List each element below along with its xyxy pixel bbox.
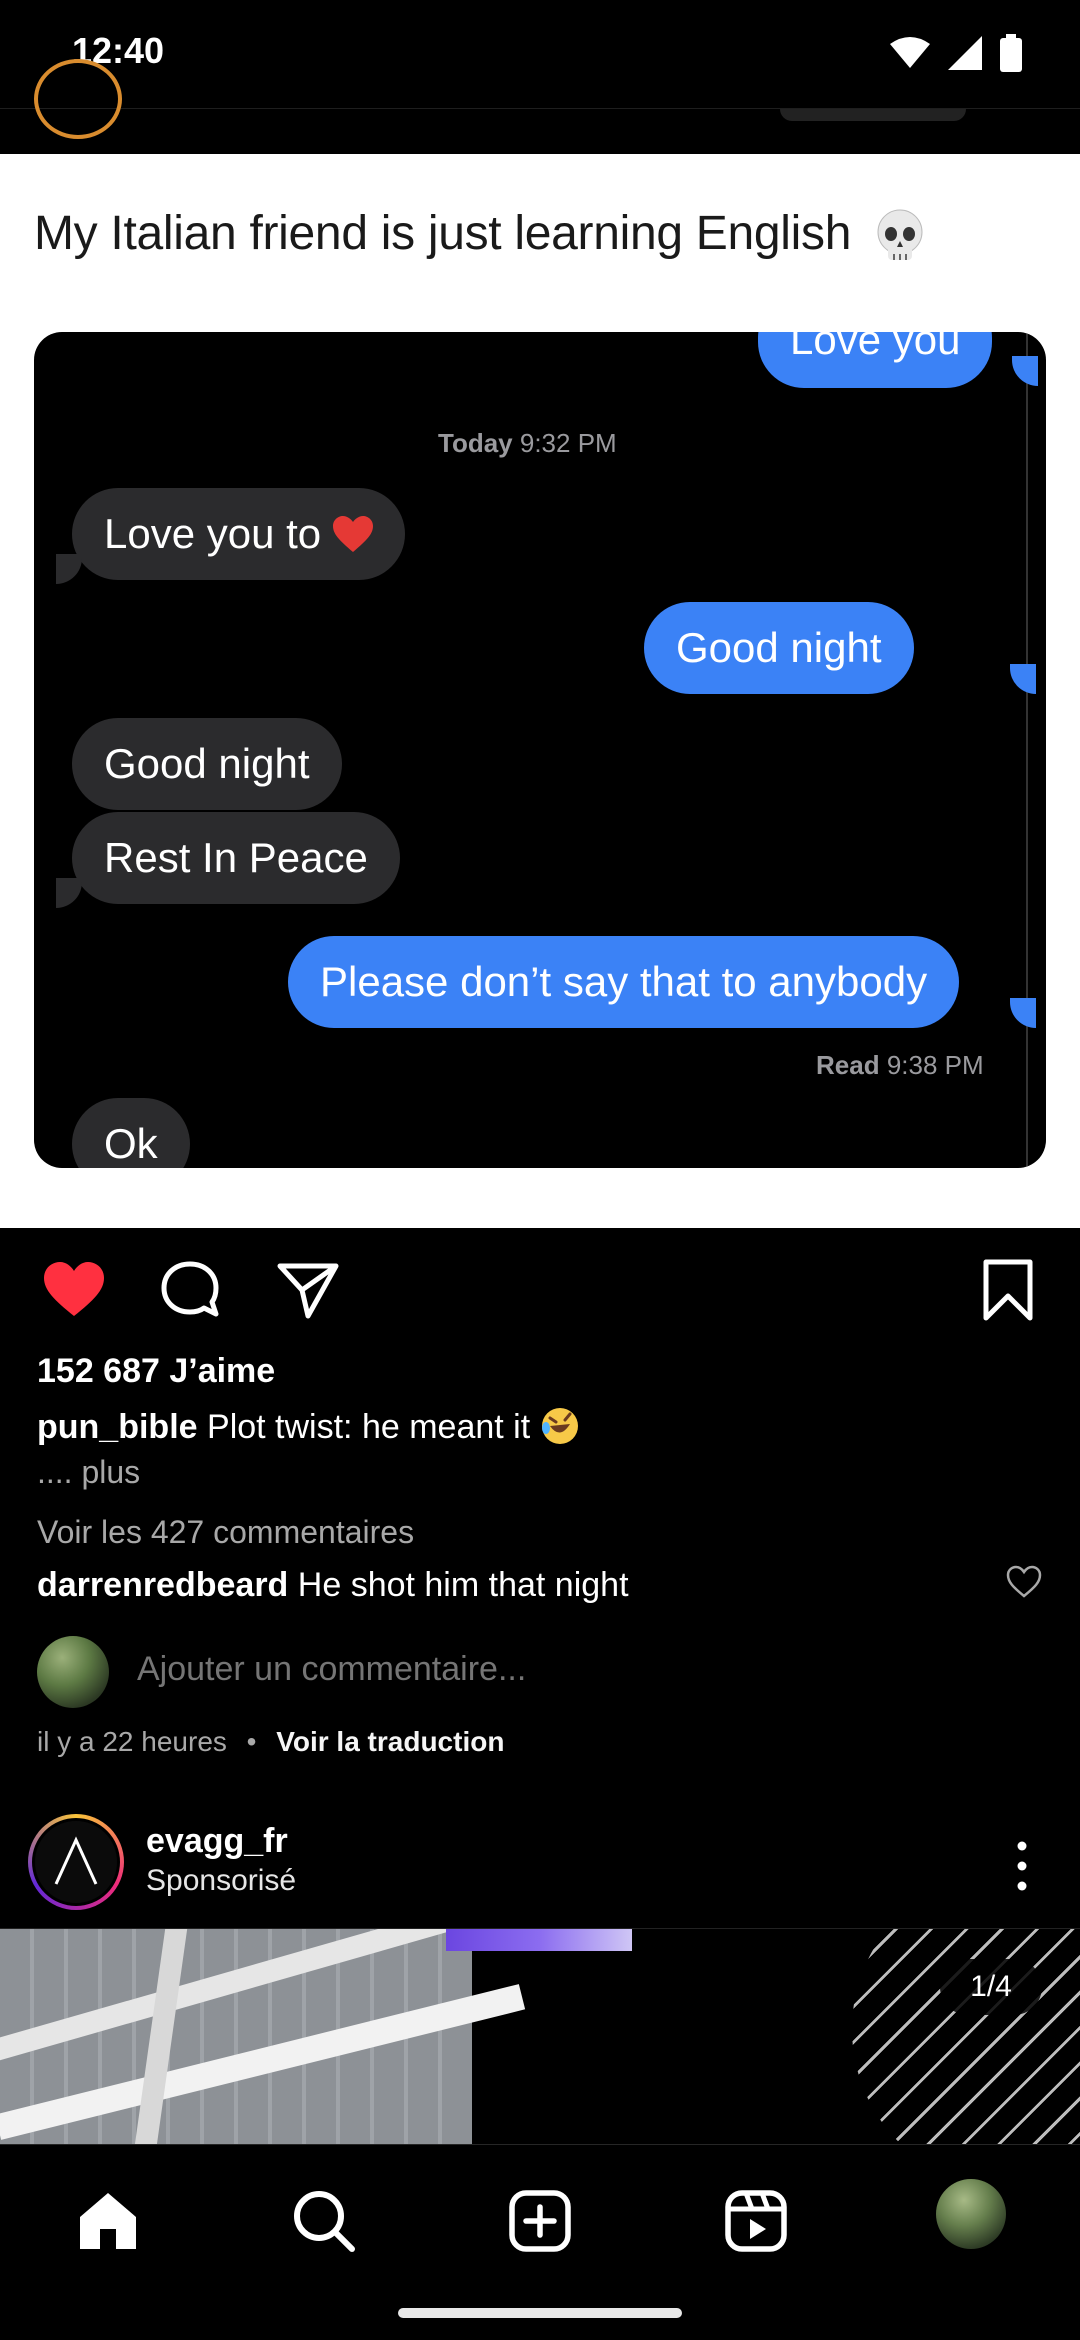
post-meta: il y a 22 heures • Voir la traduction <box>37 1726 504 1758</box>
like-count[interactable]: 152 687 J’aime <box>37 1352 275 1391</box>
next-post-header: evagg_fr Sponsorisé <box>0 1808 1080 1928</box>
comment-username[interactable]: darrenredbeard <box>37 1566 288 1604</box>
carousel-counter: 1/4 <box>940 1959 1042 2015</box>
chat-bubble-incoming: Good night <box>72 718 342 810</box>
status-icons <box>890 34 1022 72</box>
bubble-tail <box>1010 998 1036 1028</box>
chat-read-time: 9:38 PM <box>886 1050 984 1080</box>
chat-bubble-text: Love you to <box>104 510 322 557</box>
more-options-icon[interactable] <box>1006 1836 1038 1896</box>
rofl-emoji-icon <box>541 1408 578 1444</box>
post-caption: pun_bible Plot twist: he meant it <box>37 1406 580 1447</box>
like-button[interactable] <box>42 1258 106 1322</box>
more-link[interactable]: .... plus <box>37 1454 140 1491</box>
next-post-username[interactable]: evagg_fr <box>146 1822 288 1861</box>
create-post-icon[interactable] <box>504 2185 576 2257</box>
bubble-tail <box>1010 664 1036 694</box>
chat-bubble-incoming: Ok <box>72 1098 190 1168</box>
profile-avatar[interactable] <box>936 2179 1006 2249</box>
chat-timestamp-day: Today <box>438 428 513 458</box>
comment-text: He shot him that night <box>297 1566 629 1604</box>
next-post-avatar[interactable] <box>28 1814 124 1910</box>
chat-bubble-outgoing: Please don’t say that to anybody <box>288 936 960 1028</box>
status-bar: 12:40 <box>0 0 1080 108</box>
comment-button[interactable] <box>158 1258 222 1322</box>
battery-icon <box>1000 34 1022 72</box>
post-image[interactable]: My Italian friend is just learning Engli… <box>0 154 1080 1228</box>
see-translation-link[interactable]: Voir la traduction <box>276 1726 504 1757</box>
post-actions <box>0 1228 1080 1348</box>
warehouse-photo <box>0 1929 526 2144</box>
wifi-icon <box>890 37 930 68</box>
brand-logo-icon <box>32 1818 120 1906</box>
previous-avatar[interactable] <box>34 59 122 139</box>
bubble-tail <box>56 878 82 908</box>
post-time-ago: il y a 22 heures <box>37 1726 227 1757</box>
next-post-image[interactable]: 1/4 <box>0 1928 1080 2144</box>
caption-username[interactable]: pun_bible <box>37 1408 198 1446</box>
user-avatar[interactable] <box>37 1636 109 1708</box>
chat-screenshot: Love you Today 9:32 PM Love you to Good … <box>34 332 1046 1168</box>
chat-bubble-outgoing: Love you <box>758 332 993 388</box>
previous-post-header <box>0 59 1080 154</box>
chat-read-label: Read <box>816 1050 880 1080</box>
chat-timestamp-time: 9:32 PM <box>519 428 617 458</box>
chat-bubble-incoming: Rest In Peace <box>72 812 400 904</box>
previous-follow-button[interactable] <box>780 109 966 121</box>
save-button[interactable] <box>976 1258 1040 1322</box>
caption-text: Plot twist: he meant it <box>207 1408 531 1446</box>
chat-read-receipt: Read 9:38 PM <box>816 1050 984 1081</box>
heart-emoji-icon <box>332 516 373 552</box>
comment-like-icon[interactable] <box>1006 1564 1042 1600</box>
purple-graphic <box>446 1929 632 1951</box>
home-icon[interactable] <box>72 2185 144 2257</box>
chat-edge <box>1026 332 1028 1168</box>
top-comment: darrenredbeard He shot him that night <box>37 1566 629 1605</box>
separator-dot: • <box>246 1726 257 1757</box>
home-indicator[interactable] <box>398 2308 682 2318</box>
chat-bubble-incoming: Love you to <box>72 488 405 580</box>
signal-icon <box>948 36 982 70</box>
bubble-tail <box>56 554 82 584</box>
skull-emoji-icon <box>877 209 923 261</box>
post-image-caption-text: My Italian friend is just learning Engli… <box>34 207 852 260</box>
chat-timestamp: Today 9:32 PM <box>438 428 617 459</box>
add-comment-input[interactable] <box>137 1650 937 1689</box>
view-comments-link[interactable]: Voir les 427 commentaires <box>37 1514 414 1551</box>
add-comment-row <box>37 1636 1047 1708</box>
bubble-tail <box>1012 356 1038 386</box>
share-button[interactable] <box>276 1258 340 1322</box>
post-image-caption: My Italian friend is just learning Engli… <box>34 206 926 264</box>
reels-icon[interactable] <box>720 2185 792 2257</box>
search-icon[interactable] <box>288 2185 360 2257</box>
sponsored-label: Sponsorisé <box>146 1864 297 1897</box>
chat-bubble-outgoing: Good night <box>644 602 914 694</box>
